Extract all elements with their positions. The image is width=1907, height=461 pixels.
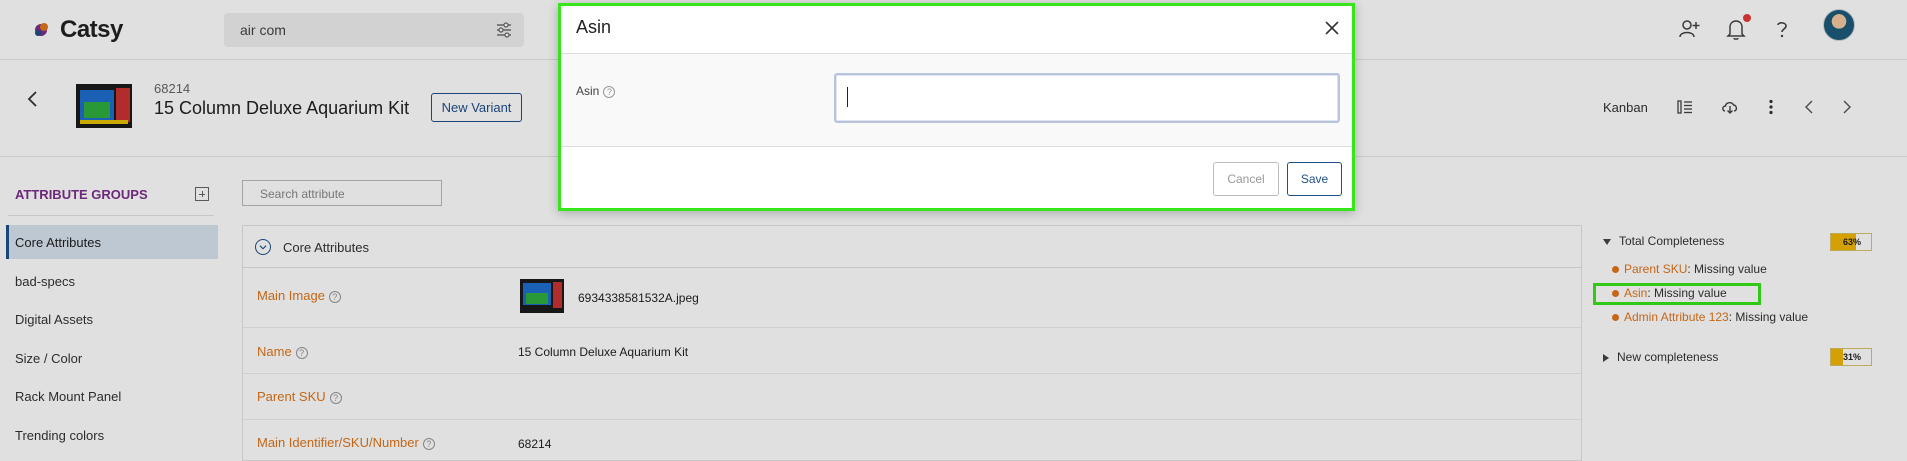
dialog-title: Asin [576,17,612,37]
text-caret [847,87,848,107]
dialog-header: Asin [561,6,1352,54]
dialog-body: Asin? [561,54,1352,147]
asin-input[interactable] [834,73,1340,123]
save-button[interactable]: Save [1287,162,1342,196]
close-icon[interactable] [1323,19,1341,37]
cancel-button[interactable]: Cancel [1213,162,1279,196]
asin-edit-dialog: Asin Asin? Cancel Save [558,3,1355,211]
help-circle-icon[interactable]: ? [603,85,616,98]
asin-field-label: Asin? [576,84,616,98]
